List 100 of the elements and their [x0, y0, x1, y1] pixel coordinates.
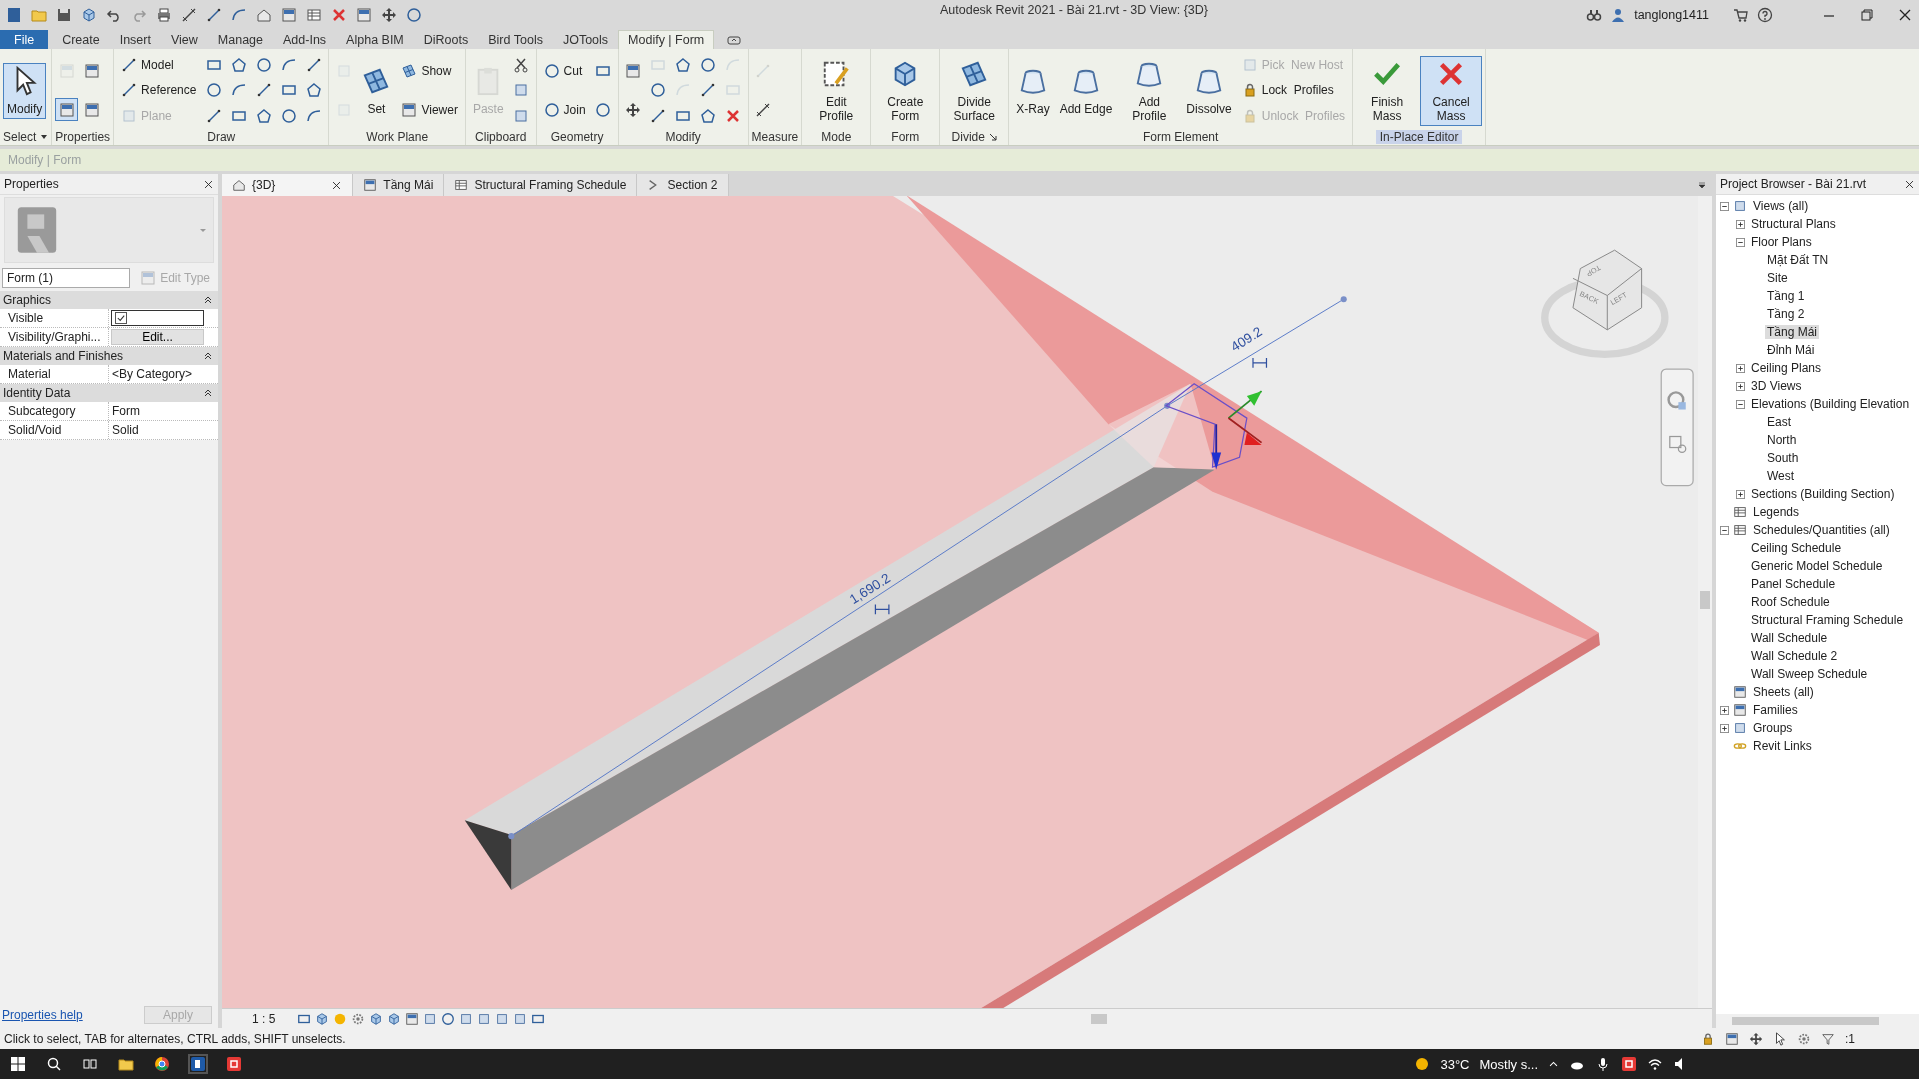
tree-item[interactable]: Tầng 1 — [1765, 289, 1807, 303]
ruler-icon[interactable] — [181, 7, 197, 23]
window-icon[interactable] — [1725, 1031, 1739, 1046]
ribbon-button[interactable]: Viewer — [397, 99, 462, 120]
view-scale[interactable]: 1 : 5 — [252, 1011, 276, 1026]
tree-item[interactable]: Tầng Mái — [1765, 325, 1820, 339]
square-icon[interactable] — [477, 1011, 492, 1026]
tree-item[interactable]: Sheets (all) — [1751, 685, 1816, 699]
minus-box-icon[interactable] — [1720, 201, 1729, 211]
ribbon-button[interactable]: Dissolve — [1182, 62, 1236, 119]
plus-box-icon[interactable] — [1720, 705, 1729, 715]
windows-start-icon[interactable] — [10, 1056, 26, 1072]
ribbon-button[interactable]: Create Form — [874, 55, 937, 126]
plus-box-icon[interactable] — [1736, 363, 1745, 373]
ribbon-button[interactable]: Reference — [117, 80, 201, 101]
square-icon[interactable] — [495, 1011, 510, 1026]
tree-item[interactable]: Structural Plans — [1749, 217, 1838, 231]
cart-icon[interactable] — [1733, 7, 1749, 23]
tree-item[interactable]: Views (all) — [1751, 199, 1811, 213]
plus-box-icon[interactable] — [1736, 489, 1745, 499]
property-value[interactable]: Form — [109, 404, 140, 418]
browser-icon[interactable] — [154, 1056, 170, 1072]
weather-icon[interactable] — [1414, 1056, 1431, 1072]
app-logo-icon[interactable] — [6, 7, 22, 23]
tree-item[interactable]: Wall Schedule 2 — [1749, 649, 1840, 663]
line-icon[interactable] — [206, 7, 222, 23]
minus-box-icon[interactable] — [1736, 237, 1745, 247]
scrollbar[interactable] — [1716, 1014, 1919, 1028]
ribbon-button[interactable]: X-Ray — [1012, 62, 1054, 119]
tree-item[interactable]: Elevations (Building Elevation — [1749, 397, 1912, 411]
app-icon[interactable] — [190, 1056, 206, 1072]
document-tab[interactable]: Tầng Mái — [353, 174, 445, 196]
close-icon[interactable] — [1904, 178, 1915, 190]
microphone-icon[interactable] — [1595, 1056, 1611, 1072]
dimension-lock-icon[interactable] — [1252, 357, 1268, 369]
ribbon-button[interactable]: Show — [397, 61, 462, 82]
ribbon-button[interactable]: Join — [539, 99, 590, 120]
ribbon-tab[interactable]: Insert — [109, 30, 161, 49]
zoom-icon[interactable] — [1669, 435, 1687, 454]
tree-item[interactable]: South — [1765, 451, 1801, 465]
caret-icon[interactable] — [40, 133, 49, 141]
ribbon-button[interactable]: Add Profile — [1118, 55, 1181, 126]
ribbon-button[interactable]: Cut — [539, 61, 590, 82]
task-view-icon[interactable] — [82, 1056, 98, 1072]
dimension-lock-icon[interactable] — [874, 603, 890, 615]
move-arrows-icon[interactable] — [381, 7, 397, 23]
move-gizmo-drawing[interactable] — [1164, 383, 1263, 470]
tree-item[interactable]: Wall Schedule — [1749, 631, 1830, 645]
temperature[interactable]: 33°C — [1440, 1056, 1470, 1072]
plus-box-icon[interactable] — [1736, 381, 1745, 391]
plus-box-icon[interactable] — [1736, 219, 1745, 229]
wifi-icon[interactable] — [1647, 1056, 1663, 1072]
tree-item[interactable]: 3D Views — [1749, 379, 1804, 393]
tree-item[interactable]: Sections (Building Section) — [1749, 487, 1897, 501]
table-icon[interactable] — [306, 7, 322, 23]
ribbon-button[interactable]: Add Edge — [1055, 62, 1117, 119]
cube-icon[interactable] — [81, 7, 97, 23]
app-icon[interactable] — [1621, 1056, 1637, 1072]
cross-icon[interactable] — [331, 7, 347, 23]
binoculars-icon[interactable] — [1586, 7, 1603, 23]
checkbox[interactable] — [115, 312, 127, 324]
ribbon-tab[interactable]: Bird Tools — [478, 30, 553, 49]
steering-wheel-icon[interactable] — [1667, 391, 1686, 410]
ribbon-tab[interactable]: Add-Ins — [273, 30, 337, 49]
ribbon-button[interactable]: Divide Surface — [943, 55, 1006, 126]
tree-item[interactable]: Đỉnh Mái — [1765, 343, 1817, 357]
user-name[interactable]: tanglong1411 — [1634, 8, 1709, 22]
collapse-icon[interactable] — [204, 296, 212, 304]
window-icon[interactable] — [55, 98, 79, 122]
ribbon-tab[interactable]: Modify | Form — [618, 30, 715, 49]
ribbon-button[interactable]: Lock Profiles — [1237, 80, 1350, 101]
tree-item[interactable]: Tầng 2 — [1765, 307, 1807, 321]
undo-icon[interactable] — [106, 7, 122, 23]
circle-icon[interactable] — [441, 1011, 456, 1026]
document-tab[interactable]: Structural Framing Schedule — [444, 174, 638, 196]
window-icon[interactable] — [405, 1011, 420, 1026]
navigation-bar[interactable] — [1660, 368, 1694, 487]
close-icon[interactable] — [331, 179, 343, 191]
ribbon-button[interactable]: Model — [117, 54, 201, 75]
square-icon[interactable] — [459, 1011, 474, 1026]
move-arrows-icon[interactable] — [1749, 1031, 1763, 1046]
ribbon-button[interactable]: Set — [357, 62, 396, 119]
ribbon-tab[interactable]: DiRoots — [413, 30, 479, 49]
arc-icon[interactable] — [231, 7, 247, 23]
window-icon[interactable] — [356, 7, 372, 23]
ribbon-tab[interactable]: File — [0, 30, 49, 49]
minus-box-icon[interactable] — [1736, 399, 1745, 409]
document-tab[interactable]: {3D} — [222, 174, 354, 196]
gear-icon[interactable] — [1797, 1031, 1811, 1046]
minus-box-icon[interactable] — [1720, 525, 1729, 535]
ribbon-tab[interactable]: Manage — [207, 30, 273, 49]
tree-item[interactable]: Floor Plans — [1749, 235, 1814, 249]
tree-item[interactable]: Site — [1765, 271, 1790, 285]
edit-button[interactable]: Edit... — [111, 329, 204, 345]
properties-help-link[interactable]: Properties help — [2, 1008, 83, 1022]
ribbon-tab[interactable]: JOTools — [552, 30, 619, 49]
tree-item[interactable]: Generic Model Schedule — [1749, 559, 1885, 573]
cube-icon[interactable] — [369, 1011, 384, 1026]
weather-summary[interactable]: Mostly s... — [1479, 1056, 1538, 1072]
property-value[interactable]: Solid — [109, 423, 139, 437]
